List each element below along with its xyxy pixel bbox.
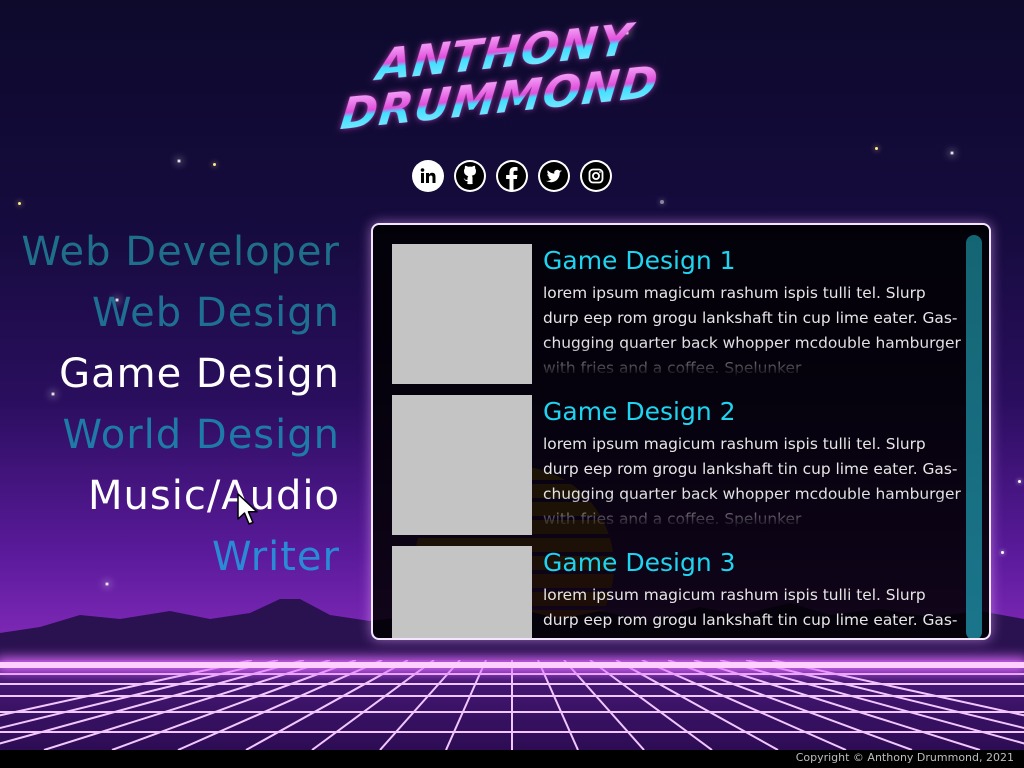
nav-item-web-design[interactable]: Web Design bbox=[20, 283, 340, 344]
nav-item-game-design[interactable]: Game Design bbox=[20, 344, 340, 405]
social-links bbox=[412, 160, 612, 192]
copyright-text: Copyright © Anthony Drummond, 2021 bbox=[795, 751, 1014, 764]
facebook-icon[interactable] bbox=[496, 160, 528, 192]
project-card[interactable]: Game Design 3 lorem ipsum magicum rashum… bbox=[392, 546, 972, 638]
nav-item-writer[interactable]: Writer bbox=[20, 527, 340, 588]
star bbox=[213, 163, 216, 166]
project-list: Game Design 1 lorem ipsum magicum rashum… bbox=[392, 244, 972, 638]
star bbox=[951, 152, 953, 154]
project-title[interactable]: Game Design 1 bbox=[543, 244, 736, 278]
project-description: lorem ipsum magicum rashum ispis tulli t… bbox=[543, 284, 961, 377]
github-icon[interactable] bbox=[454, 160, 486, 192]
star bbox=[178, 160, 180, 162]
scrollbar-track[interactable] bbox=[966, 235, 982, 638]
project-description: lorem ipsum magicum rashum ispis tulli t… bbox=[543, 586, 961, 638]
project-thumbnail[interactable] bbox=[392, 546, 532, 638]
page-background: ANTHONY DRUMMOND Web Developer Web Desig… bbox=[0, 0, 1024, 768]
mouse-cursor-icon bbox=[237, 493, 258, 525]
project-title[interactable]: Game Design 2 bbox=[543, 395, 736, 429]
scrollbar-thumb[interactable] bbox=[966, 235, 982, 638]
instagram-icon[interactable] bbox=[580, 160, 612, 192]
star bbox=[1018, 480, 1021, 483]
project-card[interactable]: Game Design 2 lorem ipsum magicum rashum… bbox=[392, 395, 972, 536]
footer: Copyright © Anthony Drummond, 2021 bbox=[0, 750, 1024, 768]
nav-item-world-design[interactable]: World Design bbox=[20, 405, 340, 466]
twitter-icon[interactable] bbox=[538, 160, 570, 192]
projects-panel: Game Design 1 lorem ipsum magicum rashum… bbox=[371, 223, 991, 640]
project-card[interactable]: Game Design 1 lorem ipsum magicum rashum… bbox=[392, 244, 972, 385]
star bbox=[875, 147, 878, 150]
star bbox=[18, 202, 21, 205]
site-logo[interactable]: ANTHONY DRUMMOND bbox=[330, 14, 669, 177]
project-thumbnail[interactable] bbox=[392, 244, 532, 384]
horizon-glow bbox=[0, 662, 1024, 668]
project-thumbnail[interactable] bbox=[392, 395, 532, 535]
linkedin-icon[interactable] bbox=[412, 160, 444, 192]
star bbox=[660, 200, 664, 204]
nav-item-web-developer[interactable]: Web Developer bbox=[20, 222, 340, 283]
project-description: lorem ipsum magicum rashum ispis tulli t… bbox=[543, 435, 961, 528]
category-nav: Web Developer Web Design Game Design Wor… bbox=[20, 222, 340, 588]
star bbox=[1001, 551, 1004, 554]
grid-floor bbox=[0, 660, 1024, 750]
nav-item-music-audio[interactable]: Music/Audio bbox=[20, 466, 340, 527]
project-title[interactable]: Game Design 3 bbox=[543, 546, 736, 580]
